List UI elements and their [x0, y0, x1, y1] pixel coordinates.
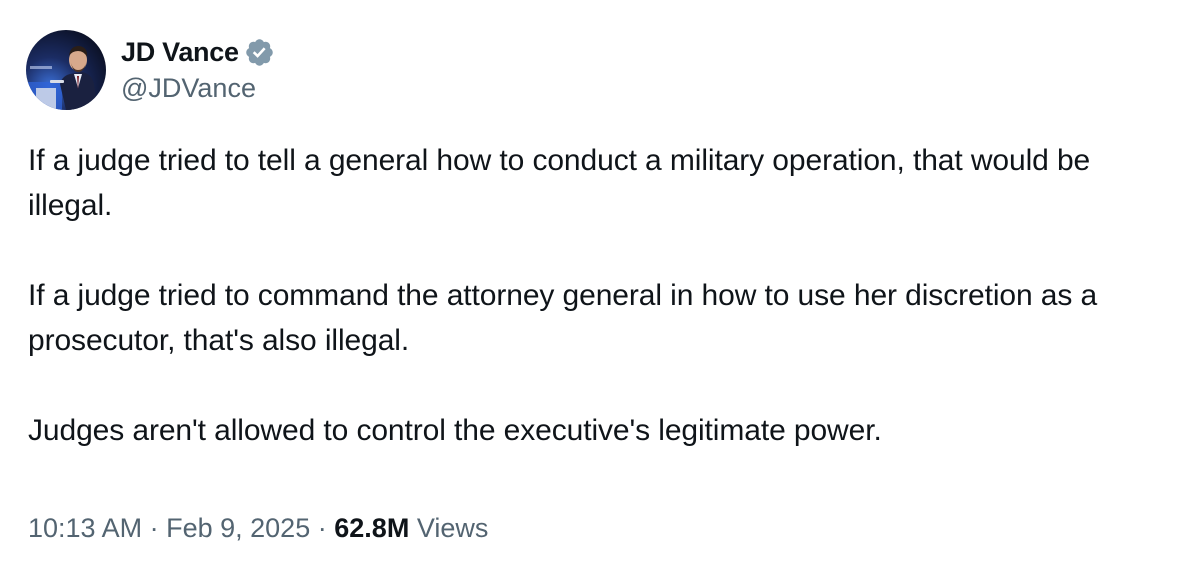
- tweet-header: JD Vance @JDVance: [26, 28, 275, 112]
- tweet-date[interactable]: Feb 9, 2025: [166, 513, 310, 543]
- meta-separator: ·: [149, 513, 159, 543]
- verified-badge-icon[interactable]: [244, 37, 275, 68]
- views-count: 62.8M: [334, 513, 410, 543]
- tweet-metadata: 10:13 AM · Feb 9, 2025 · 62.8M Views: [28, 508, 488, 548]
- avatar[interactable]: [26, 30, 106, 110]
- profile-photo-icon: [26, 30, 106, 110]
- author-name-row[interactable]: JD Vance: [121, 34, 275, 70]
- tweet-text: If a judge tried to tell a general how t…: [28, 138, 1178, 453]
- author-info: JD Vance @JDVance: [121, 34, 275, 106]
- views-label: Views: [416, 513, 489, 543]
- author-handle[interactable]: @JDVance: [121, 70, 275, 106]
- tweet-paragraph: If a judge tried to tell a general how t…: [28, 144, 1091, 222]
- author-display-name[interactable]: JD Vance: [121, 34, 239, 70]
- tweet-time[interactable]: 10:13 AM: [28, 513, 142, 543]
- tweet-card: JD Vance @JDVance If a judge tried to te…: [0, 0, 1200, 570]
- meta-separator: ·: [317, 513, 327, 543]
- tweet-paragraph: If a judge tried to command the attorney…: [28, 279, 1098, 357]
- tweet-paragraph: Judges aren't allowed to control the exe…: [28, 414, 882, 447]
